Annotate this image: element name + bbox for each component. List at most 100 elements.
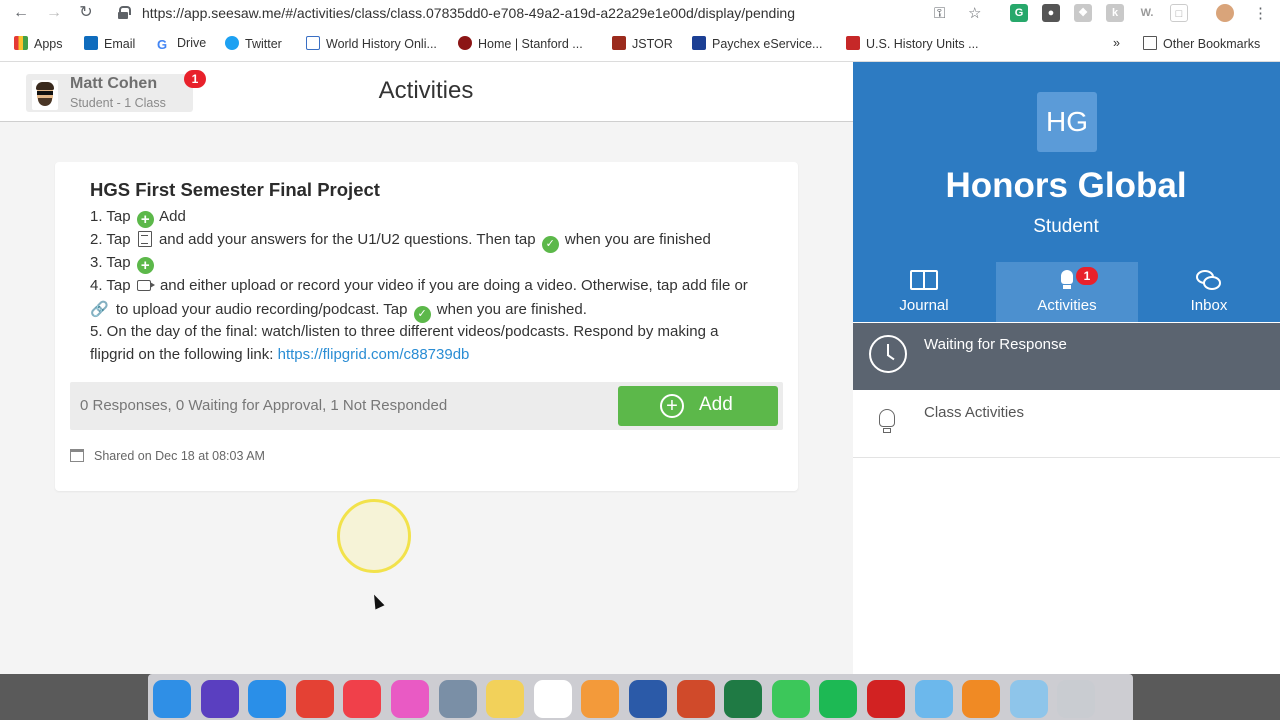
step-text: 4. Tap: [90, 277, 131, 294]
tab-inbox[interactable]: Inbox: [1138, 262, 1280, 322]
bookmark-us-history[interactable]: U.S. History Units ...: [846, 36, 979, 51]
word-icon[interactable]: [629, 680, 667, 718]
book-icon: [909, 268, 939, 292]
preview-icon[interactable]: [438, 680, 477, 718]
flipgrid-link[interactable]: https://flipgrid.com/c88739db: [278, 346, 470, 363]
safari-icon[interactable]: [248, 680, 287, 718]
instruction-step-5-cont: flipgrid on the following link: https://…: [90, 346, 469, 363]
page-title: Activities: [378, 77, 474, 104]
bookmark-stanford[interactable]: Home | Stanford ...: [458, 36, 583, 51]
check-circle-icon: ✓: [541, 236, 559, 253]
instruction-step-2: 2. Tap and add your answers for the U1/U…: [90, 231, 711, 253]
activities-badge: 1: [1076, 267, 1098, 285]
reload-icon[interactable]: ↻: [75, 2, 97, 24]
shared-date: Shared on Dec 18 at 08:03 AM: [70, 449, 265, 463]
plus-circle-icon: +: [136, 257, 154, 274]
folder-icon: [1143, 36, 1157, 50]
step-text: when you are finished: [564, 231, 711, 248]
k-extension-icon[interactable]: k: [1106, 4, 1124, 22]
activity-title: HGS First Semester Final Project: [90, 179, 380, 200]
address-bar[interactable]: https://app.seesaw.me/#/activities/class…: [112, 1, 962, 25]
chrome-icon[interactable]: [295, 680, 334, 718]
bookmark-drive[interactable]: G Drive: [157, 36, 206, 52]
bookmark-paychex[interactable]: Paychex eService...: [692, 36, 822, 51]
trash-icon[interactable]: [1057, 680, 1096, 718]
key-icon[interactable]: ⚿: [934, 5, 945, 22]
bookmark-email[interactable]: Email: [84, 36, 135, 51]
user-role: Student - 1 Class: [70, 96, 166, 110]
step-text: flipgrid on the following link:: [90, 346, 274, 363]
class-panel: HG Honors Global Student Journal Activit…: [853, 62, 1280, 674]
instruction-step-1: 1. Tap + Add: [90, 208, 186, 228]
step-text: Add: [159, 208, 186, 225]
stickies-icon[interactable]: [486, 680, 525, 718]
folder-icon[interactable]: [914, 680, 953, 718]
location-extension-icon[interactable]: ●: [1042, 4, 1060, 22]
extension-icon[interactable]: ❖: [1074, 4, 1092, 22]
notification-badge[interactable]: 1: [184, 70, 206, 88]
response-bar: 0 Responses, 0 Waiting for Approval, 1 N…: [70, 382, 783, 430]
w-extension-icon[interactable]: W.: [1138, 4, 1156, 22]
step-text: 2. Tap: [90, 231, 131, 248]
whatsapp-icon[interactable]: [771, 680, 810, 718]
clock-icon: [869, 335, 907, 373]
us-history-icon: [846, 36, 860, 50]
bookmark-other[interactable]: Other Bookmarks: [1143, 36, 1260, 51]
calendar-icon[interactable]: [533, 680, 572, 718]
add-response-button[interactable]: + Add: [618, 386, 778, 426]
bookmark-label: U.S. History Units ...: [866, 37, 979, 51]
bookmark-label: Twitter: [245, 37, 282, 51]
twitter-icon: [225, 36, 239, 50]
tab-activities[interactable]: Activities 1: [996, 262, 1138, 322]
siri-icon[interactable]: [200, 680, 239, 718]
plus-circle-icon: +: [660, 394, 684, 418]
screen-recorder-icon[interactable]: [1009, 680, 1048, 718]
bookmark-jstor[interactable]: JSTOR: [612, 36, 673, 51]
lightbulb-outline-icon: [879, 409, 895, 427]
bookmark-apps[interactable]: Apps: [14, 36, 63, 51]
url-text[interactable]: https://app.seesaw.me/#/activities/class…: [142, 5, 795, 21]
star-icon[interactable]: ☆: [968, 4, 981, 22]
blank-extension-icon[interactable]: □: [1170, 4, 1188, 22]
forward-arrow-icon[interactable]: →: [43, 2, 65, 24]
lightbulb-base: [883, 428, 891, 433]
bookmarks-overflow[interactable]: »: [1113, 36, 1120, 50]
instruction-step-4: 4. Tap and either upload or record your …: [90, 277, 748, 294]
news-icon[interactable]: [343, 680, 382, 718]
jstor-icon: [612, 36, 626, 50]
filter-waiting-for-response[interactable]: Waiting for Response: [853, 323, 1280, 390]
check-circle-icon: ✓: [413, 306, 431, 323]
user-switcher[interactable]: Matt Cohen Student - 1 Class: [26, 74, 193, 112]
class-role: Student: [1033, 216, 1099, 237]
step-text: to upload your audio recording/podcast. …: [115, 301, 408, 318]
menu-dots-icon[interactable]: ⋮: [1253, 4, 1268, 22]
instruction-step-5: 5. On the day of the final: watch/listen…: [90, 323, 718, 340]
mouse-cursor-icon: [369, 592, 385, 610]
profile-avatar-icon[interactable]: [1216, 4, 1234, 22]
filter-label: Class Activities: [924, 404, 1025, 421]
tab-journal[interactable]: Journal: [853, 262, 995, 322]
powerpoint-icon[interactable]: [676, 680, 715, 718]
browser-toolbar: ← → ↻ https://app.seesaw.me/#/activities…: [0, 0, 1280, 26]
bookmark-label: Email: [104, 37, 136, 51]
excel-icon[interactable]: [724, 680, 763, 718]
paychex-icon: [692, 36, 706, 50]
bookmarks-bar: Apps Email G Drive Twitter World History …: [0, 30, 1280, 58]
step-text: and either upload or record your video i…: [159, 277, 748, 294]
grammarly-extension-icon[interactable]: G: [1010, 4, 1028, 22]
record-icon[interactable]: [867, 680, 905, 718]
response-summary: 0 Responses, 0 Waiting for Approval, 1 N…: [80, 397, 448, 414]
bookmark-twitter[interactable]: Twitter: [225, 36, 282, 51]
filter-class-activities[interactable]: Class Activities: [853, 391, 1280, 458]
photos-icon[interactable]: [581, 680, 620, 718]
macos-dock: [148, 674, 1133, 720]
spotify-icon[interactable]: [819, 680, 858, 718]
itunes-icon[interactable]: [391, 680, 429, 718]
step-text: and add your answers for the U1/U2 quest…: [158, 231, 536, 248]
back-arrow-icon[interactable]: ←: [10, 2, 32, 24]
finder-icon[interactable]: [153, 680, 191, 718]
bookmark-world-history[interactable]: World History Onli...: [306, 36, 437, 51]
bookmark-label: Other Bookmarks: [1163, 37, 1261, 51]
avatar-glasses: [37, 91, 53, 95]
vlc-icon[interactable]: [962, 680, 1001, 718]
